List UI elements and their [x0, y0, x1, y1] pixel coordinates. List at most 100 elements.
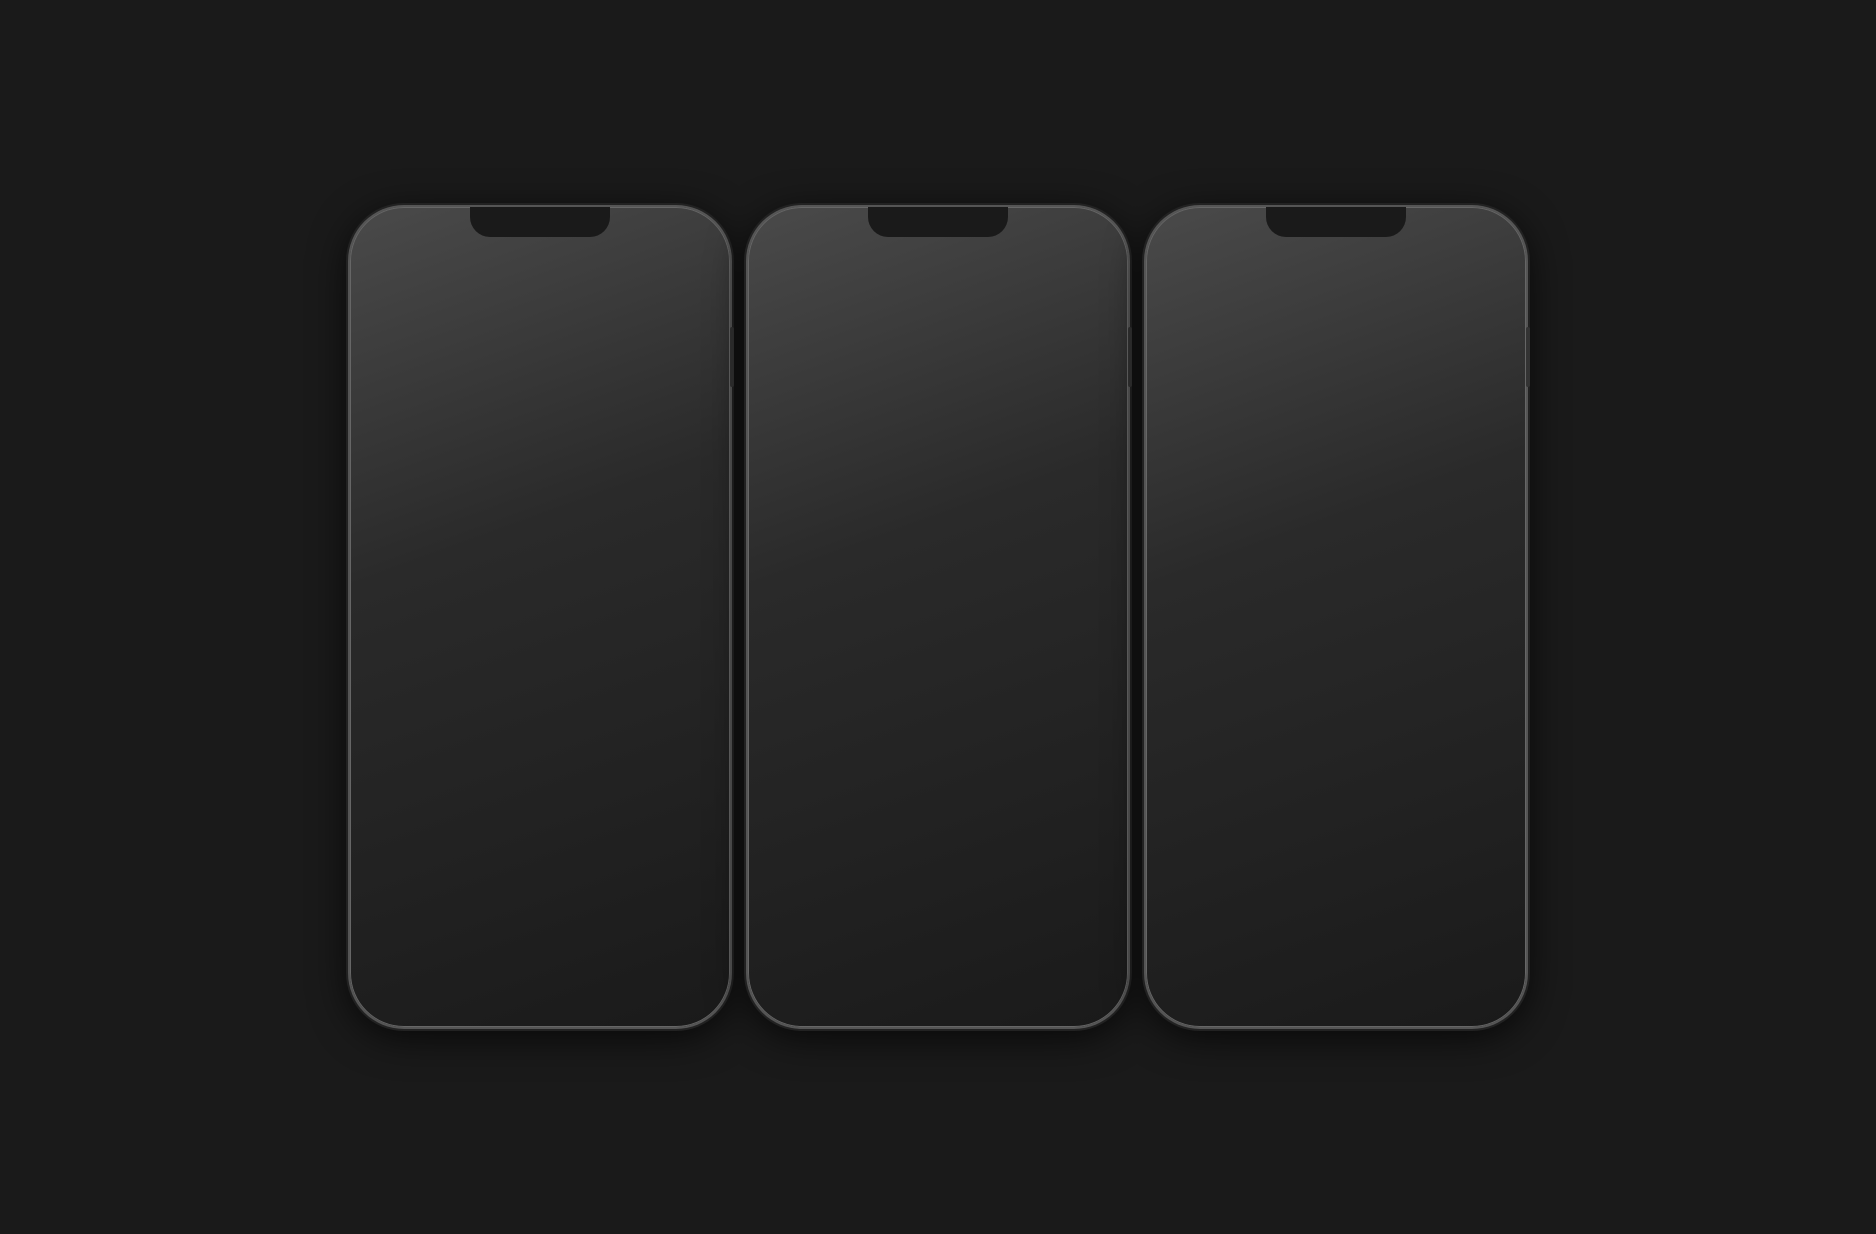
dock-safari-1[interactable]	[548, 933, 608, 993]
app-camera-3[interactable]: Camera	[1254, 677, 1332, 752]
app-grid-1-row2: A文 Translate Settings Notes	[356, 518, 724, 601]
youtube-label-1: YouTube	[475, 502, 518, 514]
app-calendar-1[interactable]: Monday 22 Calendar	[458, 684, 536, 759]
dock-safari-3[interactable]	[1344, 933, 1404, 993]
app-notes-2[interactable]: Notes	[942, 600, 1020, 702]
app-calendar-2[interactable]: Monday 22 Calendar	[856, 740, 934, 815]
music-widget-2[interactable]: The New Abnormal The Strokes ♪ ESSENTIAL…	[770, 256, 1106, 397]
dock-messages-1[interactable]	[396, 933, 456, 993]
batteries-widget[interactable]: 📱 📡 🎧	[1168, 252, 1368, 404]
chart-times: Now 7:45 8:00 8:15 8:30	[388, 377, 692, 388]
app-grid-1-row1: 🗺 Maps ▶ YouTube #	[356, 435, 724, 518]
music-recent-albums	[552, 695, 700, 733]
maps-label-3: Maps	[1393, 315, 1420, 327]
yt-btn-3: ▶	[1453, 267, 1495, 297]
maps-icon-2: 🗺	[779, 434, 839, 494]
dock-messages-3[interactable]	[1192, 933, 1252, 993]
app-translate-2[interactable]: A文 Translate	[942, 434, 1020, 509]
app-notes-3[interactable]: Notes	[1168, 760, 1246, 835]
cal-16: 16	[1269, 594, 1313, 605]
app-photos-2[interactable]: Photos	[942, 517, 1020, 592]
app-clock-2[interactable]: Clock	[770, 740, 848, 815]
home-icon-1	[467, 605, 527, 665]
clock-icon-2	[779, 740, 839, 800]
dock-safari-2[interactable]	[946, 933, 1006, 993]
spacer-3	[1168, 408, 1368, 483]
dock-3	[1168, 923, 1504, 1003]
top-row2-3: A文 Translate Settings	[1168, 408, 1504, 483]
app-reminders-2[interactable]: Reminders	[1028, 600, 1106, 702]
bar-10	[600, 368, 622, 375]
dock-phone-3[interactable]	[1420, 933, 1480, 993]
home-label-2: Home	[1052, 580, 1081, 592]
battery-airpods: 📡	[1272, 264, 1356, 324]
cal-30: 30	[1269, 623, 1313, 634]
app-youtube-2[interactable]: ▶ YouTube	[856, 434, 934, 509]
app-clock-1[interactable]: Clock	[372, 684, 450, 759]
music-artist-2: The Strokes	[844, 295, 1074, 310]
podcast-info: 1H 47M LEFT Ali Abdaal	[860, 704, 917, 726]
app-maps-2[interactable]: 🗺 Maps	[770, 434, 848, 509]
app-slack-2[interactable]: # Slack	[770, 517, 848, 592]
app-translate-1[interactable]: A文 Translate	[372, 522, 450, 597]
dock-phone-2[interactable]	[1022, 933, 1082, 993]
dock-mail-2[interactable]	[870, 933, 930, 993]
app-home-3[interactable]: Home	[1426, 677, 1504, 752]
cal-month-bar-3: Monday	[1435, 760, 1495, 778]
app-reminders-1[interactable]: Reminders	[630, 522, 708, 597]
cal-month-bar: Monday	[467, 684, 527, 702]
app-reminders-3[interactable]: Reminders	[1254, 760, 1332, 835]
calendar-widget-3[interactable]: WWDC No more events today JUNE S M T W T…	[1168, 508, 1504, 646]
weather-widget[interactable]: ➤ 80° ☁ Expect rain in the next hour Int…	[372, 256, 708, 402]
app-calendar-3[interactable]: Monday 22 Calendar	[1426, 760, 1504, 835]
cal-month-text-3: Monday	[1450, 765, 1480, 774]
app-youtube-1[interactable]: ▶ YouTube	[458, 439, 536, 514]
app-notes-1[interactable]: Notes	[544, 522, 622, 597]
app-home-1[interactable]: Home	[458, 605, 536, 680]
photos-label-2: Photos	[964, 580, 998, 592]
top-row-3: 📱 📡 🎧	[1168, 252, 1504, 404]
app-camera-1[interactable]: Camera	[630, 439, 708, 514]
cal-8: 8	[1225, 582, 1269, 593]
app-photos-3[interactable]: Photos	[1340, 677, 1418, 752]
app-slack-3[interactable]: # Slack	[1168, 677, 1246, 752]
camera-icon-2	[865, 517, 925, 577]
app-clock-3[interactable]: Clock	[1340, 760, 1418, 835]
app-maps-1[interactable]: 🗺 Maps	[372, 439, 450, 514]
youtube-label-2: YouTube	[873, 497, 916, 509]
phone-2: 7:37 ▲ WiFi 🔋 The New Abnormal The Strok…	[748, 207, 1128, 1027]
music-widget-1[interactable]: The New Abnormal The Strokes ♪ Recently …	[544, 605, 708, 741]
camera-icon-1	[639, 439, 699, 499]
app-settings-3[interactable]: Settings	[1444, 408, 1504, 483]
app-settings-2[interactable]: Settings	[1028, 434, 1106, 509]
dock-1	[372, 923, 708, 1003]
day-t2: T	[1358, 556, 1403, 567]
slack-icon-3: #	[1177, 677, 1237, 737]
bar-6	[506, 353, 528, 375]
app-grid-1-row3: Photos Home The New Abnormal	[356, 601, 724, 763]
app-home-2[interactable]: Home	[1028, 517, 1106, 592]
app-slack-1[interactable]: # Slack	[544, 439, 622, 514]
dock-messages-2[interactable]	[794, 933, 854, 993]
phone-screen-3: 8:11 ▲ WiFi ▌ 📱	[1152, 213, 1520, 1021]
status-bar-1: 7:23 ▲ WiFi 🔋	[356, 213, 724, 248]
app-settings-1[interactable]: Settings	[458, 522, 536, 597]
app-camera-2[interactable]: Camera	[856, 517, 934, 592]
app-youtube-3[interactable]: ▶ YouTube	[1444, 252, 1504, 327]
dock-phone-1[interactable]	[624, 933, 684, 993]
podcast-widget-2[interactable]: 🎙 👤 1H 47M LEFT Ali Abdaal	[770, 600, 934, 736]
album-1	[782, 330, 855, 385]
wifi-icon-3: WiFi	[1460, 230, 1483, 242]
app-translate-3[interactable]: A文 Translate	[1376, 408, 1436, 483]
wifi-icon-2: WiFi	[1056, 230, 1079, 242]
app-maps-3[interactable]: 🗺 Maps	[1376, 252, 1436, 327]
phone-screen-1: 7:23 ▲ WiFi 🔋 ➤ 80°	[356, 213, 724, 1021]
notes-icon-2	[951, 600, 1011, 660]
app-photos-1[interactable]: Photos	[372, 605, 450, 680]
dock-mail-1[interactable]	[472, 933, 532, 993]
settings-icon-1	[467, 522, 527, 582]
dock-mail-3[interactable]	[1268, 933, 1328, 993]
settings-label-2: Settings	[1047, 497, 1087, 509]
battery-icon-2: 🔋	[1084, 229, 1098, 242]
screen-content-2: The New Abnormal The Strokes ♪ ESSENTIAL…	[754, 248, 1122, 1021]
